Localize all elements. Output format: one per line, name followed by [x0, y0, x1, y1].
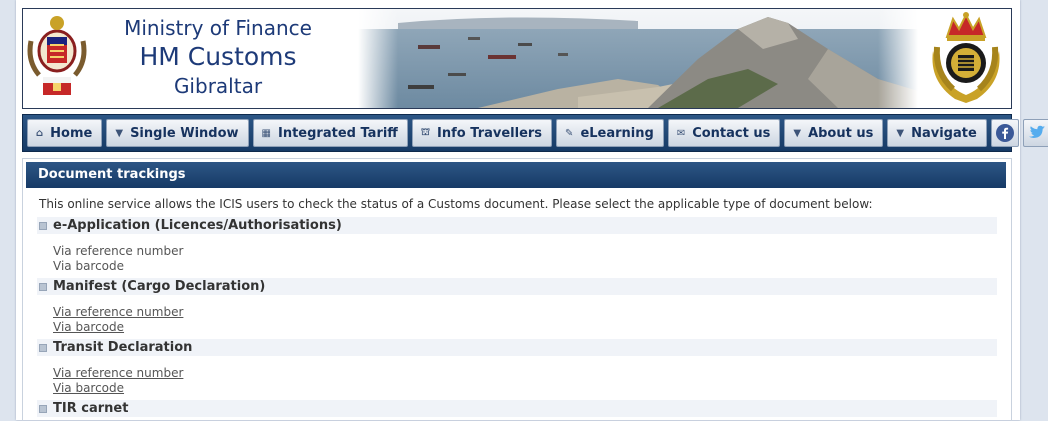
nav-elearning-label: eLearning — [580, 125, 654, 141]
nav-elearning-button[interactable]: ✎ eLearning — [556, 119, 664, 147]
book-icon: ▦ — [261, 127, 271, 139]
e-application-via-reference-number[interactable]: Via reference number — [53, 244, 183, 259]
intro-text: This online service allows the ICIS user… — [39, 197, 873, 211]
section-tir-carnet: TIR carnet — [37, 400, 997, 417]
mail-icon: ✉ — [676, 127, 686, 139]
nav-home-button[interactable]: ⌂ Home — [27, 119, 103, 147]
manifest-via-reference-number-link[interactable]: Via reference number — [53, 305, 183, 320]
bullet-icon — [39, 405, 47, 413]
bullet-icon — [39, 344, 47, 352]
dropdown-icon: ▼ — [115, 127, 124, 139]
dropdown-icon: ▼ — [793, 127, 802, 139]
transit-via-reference-number-link[interactable]: Via reference number — [53, 366, 183, 381]
nav-contact-us-label: Contact us — [692, 125, 771, 141]
section-title: e-Application (Licences/Authorisations) — [53, 218, 342, 233]
section-title: TIR carnet — [53, 401, 129, 416]
transit-via-barcode-link[interactable]: Via barcode — [53, 381, 124, 396]
site-title: Ministry of Finance HM Customs Gibraltar — [123, 15, 313, 99]
nav-about-us-label: About us — [808, 125, 874, 141]
pencil-icon: ✎ — [565, 127, 574, 139]
e-application-via-barcode[interactable]: Via barcode — [53, 259, 124, 274]
nav-contact-us-button[interactable]: ✉ Contact us — [667, 119, 781, 147]
manifest-via-barcode-link[interactable]: Via barcode — [53, 320, 124, 335]
gibraltar-rock-photo — [358, 9, 918, 108]
hm-customs-crown-badge-icon — [932, 12, 1000, 103]
nav-info-travellers-label: Info Travellers — [437, 125, 543, 141]
section-e-application: e-Application (Licences/Authorisations) — [37, 217, 997, 234]
nav-info-travellers-button[interactable]: ⛫ Info Travellers — [411, 119, 553, 147]
bullet-icon — [39, 222, 47, 230]
nav-about-us-button[interactable]: ▼ About us — [784, 119, 884, 147]
home-icon: ⌂ — [36, 127, 44, 139]
section-title: Manifest (Cargo Declaration) — [53, 279, 266, 294]
panel-title: Document trackings — [26, 162, 1006, 188]
dropdown-icon: ▼ — [896, 127, 905, 139]
nav-single-window-label: Single Window — [130, 125, 239, 141]
header-banner: Ministry of Finance HM Customs Gibraltar — [22, 8, 1012, 109]
facebook-icon — [995, 124, 1014, 142]
page-container: Ministry of Finance HM Customs Gibraltar — [16, 0, 1048, 421]
bullet-icon — [39, 283, 47, 291]
title-line-gibraltar: Gibraltar — [173, 74, 263, 98]
building-icon: ⛫ — [420, 126, 431, 138]
nav-navigate-label: Navigate — [911, 125, 977, 141]
section-manifest: Manifest (Cargo Declaration) — [37, 278, 997, 295]
section-title: Transit Declaration — [53, 340, 193, 355]
title-line-customs: HM Customs — [139, 42, 297, 71]
nav-integrated-tariff-label: Integrated Tariff — [278, 125, 398, 141]
twitter-icon — [1028, 125, 1045, 138]
document-trackings-panel: Document trackings This online service a… — [22, 158, 1012, 421]
main-navigation: ⌂ Home ▼ Single Window ▦ Integrated Tari… — [22, 114, 1048, 152]
nav-items: ⌂ Home ▼ Single Window ▦ Integrated Tari… — [27, 119, 1048, 147]
nav-single-window-button[interactable]: ▼ Single Window — [106, 119, 249, 147]
twitter-button[interactable] — [1022, 119, 1048, 147]
nav-navigate-button[interactable]: ▼ Navigate — [887, 119, 987, 147]
section-transit-declaration: Transit Declaration — [37, 339, 997, 356]
facebook-button[interactable] — [990, 119, 1019, 147]
title-line-ministry: Ministry of Finance — [124, 16, 312, 40]
nav-integrated-tariff-button[interactable]: ▦ Integrated Tariff — [252, 119, 408, 147]
nav-home-label: Home — [50, 125, 93, 141]
gibraltar-coat-of-arms-icon — [27, 16, 87, 95]
